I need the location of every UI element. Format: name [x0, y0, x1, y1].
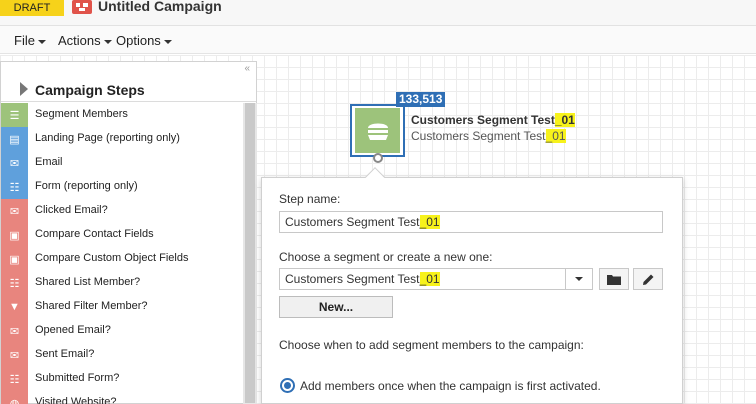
collapse-panel-icon[interactable]: « [244, 63, 250, 74]
step-item[interactable]: ▤ Landing Page (reporting only) [1, 127, 243, 151]
draft-badge: DRAFT [0, 0, 64, 16]
segment-icon [367, 123, 388, 140]
campaign-steps-panel: « Campaign Steps ☰ Segment Members ▤ Landin… [0, 61, 257, 404]
actions-menu-label: Actions [58, 33, 101, 48]
step-item-label: Landing Page (reporting only) [35, 132, 180, 144]
chevron-down-icon [163, 39, 172, 44]
panel-scrollbar[interactable] [243, 103, 257, 404]
step-name-value: Customers Segment Test [285, 215, 420, 229]
segment-choose-label: Choose a segment or create a new one: [279, 250, 493, 264]
compare-object-icon: ▣ [1, 247, 28, 271]
compare-contact-icon: ▣ [1, 223, 28, 247]
step-item[interactable]: ☷ Form (reporting only) [1, 175, 243, 199]
campaign-title[interactable]: Untitled Campaign [98, 0, 222, 15]
step-name-input[interactable]: Customers Segment Test_01 [279, 211, 663, 233]
step-item[interactable]: ▣ Compare Custom Object Fields [1, 247, 243, 271]
segment-members-node[interactable] [350, 104, 405, 157]
step-item-label: Form (reporting only) [35, 180, 138, 192]
step-item[interactable]: ✉ Opened Email? [1, 319, 243, 343]
step-item[interactable]: ◍ Visited Website? [1, 391, 243, 404]
panel-header[interactable]: Campaign Steps [1, 76, 256, 102]
step-item[interactable]: ☷ Shared List Member? [1, 271, 243, 295]
step-item-label: Email [35, 156, 63, 168]
submitted-form-icon: ☷ [1, 367, 28, 391]
step-item[interactable]: ▼ Shared Filter Member? [1, 295, 243, 319]
when-add-label: Choose when to add segment members to th… [279, 338, 584, 352]
segment-node-body [355, 108, 400, 153]
file-menu[interactable]: File [14, 33, 46, 48]
options-menu[interactable]: Options [116, 33, 172, 48]
top-bar: DRAFT Untitled Campaign [0, 0, 756, 26]
step-item[interactable]: ☰ Segment Members [1, 103, 243, 127]
folder-icon [607, 274, 621, 285]
form-icon: ☷ [1, 175, 28, 199]
segment-select[interactable]: Customers Segment Test_01 [279, 268, 566, 290]
node-subtitle: Customers Segment Test_01 [411, 129, 566, 143]
shared-list-icon: ☷ [1, 271, 28, 295]
step-item[interactable]: ▣ Compare Contact Fields [1, 223, 243, 247]
node-connector-handle[interactable] [373, 153, 383, 163]
step-item-label: Submitted Form? [35, 372, 120, 384]
segment-icon: ☰ [1, 103, 28, 127]
new-segment-button[interactable]: New... [279, 296, 393, 318]
step-item[interactable]: ✉ Clicked Email? [1, 199, 243, 223]
email-icon: ✉ [1, 151, 28, 175]
browse-folder-button[interactable] [599, 268, 629, 290]
sent-email-icon: ✉ [1, 343, 28, 367]
step-item-label: Compare Contact Fields [35, 228, 154, 240]
menu-bar: File Actions Options [0, 26, 756, 54]
step-item-label: Compare Custom Object Fields [35, 252, 189, 264]
chevron-down-icon [37, 39, 46, 44]
step-name-label: Step name: [279, 192, 341, 206]
node-subtitle-suffix: _01 [545, 129, 566, 143]
node-title-suffix: _01 [554, 113, 575, 127]
scrollbar-thumb[interactable] [245, 103, 255, 403]
node-subtitle-text: Customers Segment Test [411, 129, 546, 143]
segment-dropdown-button[interactable] [565, 268, 593, 290]
edit-segment-button[interactable] [633, 268, 663, 290]
clicked-email-icon: ✉ [1, 199, 28, 223]
add-once-label[interactable]: Add members once when the campaign is fi… [300, 379, 601, 393]
step-item[interactable]: ✉ Email [1, 151, 243, 175]
step-item-label: Sent Email? [35, 348, 95, 360]
add-once-radio[interactable] [280, 378, 295, 393]
step-name-suffix: _01 [419, 215, 440, 229]
member-count-badge: 133,513 [396, 92, 446, 107]
node-title: Customers Segment Test_01 [411, 113, 575, 127]
step-item-label: Opened Email? [35, 324, 111, 336]
step-item[interactable]: ✉ Sent Email? [1, 343, 243, 367]
segment-select-value: Customers Segment Test [285, 272, 420, 286]
node-title-text: Customers Segment Test [411, 113, 555, 127]
pencil-icon [642, 274, 653, 285]
segment-select-suffix: _01 [419, 272, 440, 286]
filter-icon: ▼ [1, 295, 28, 319]
chevron-down-icon [103, 39, 112, 44]
step-item-label: Clicked Email? [35, 204, 108, 216]
step-item-label: Segment Members [35, 108, 128, 120]
step-item-label: Visited Website? [35, 396, 117, 404]
step-item[interactable]: ☷ Submitted Form? [1, 367, 243, 391]
campaign-icon [72, 0, 92, 14]
chevron-down-icon [575, 277, 583, 281]
steps-list: ☰ Segment Members ▤ Landing Page (reporting… [1, 103, 243, 404]
expand-triangle-icon[interactable] [20, 82, 28, 96]
visited-website-icon: ◍ [1, 391, 28, 404]
step-item-label: Shared List Member? [35, 276, 141, 288]
opened-email-icon: ✉ [1, 319, 28, 343]
step-item-label: Shared Filter Member? [35, 300, 148, 312]
panel-title: Campaign Steps [35, 82, 145, 98]
file-menu-label: File [14, 33, 35, 48]
options-menu-label: Options [116, 33, 161, 48]
landing-page-icon: ▤ [1, 127, 28, 151]
actions-menu[interactable]: Actions [58, 33, 112, 48]
